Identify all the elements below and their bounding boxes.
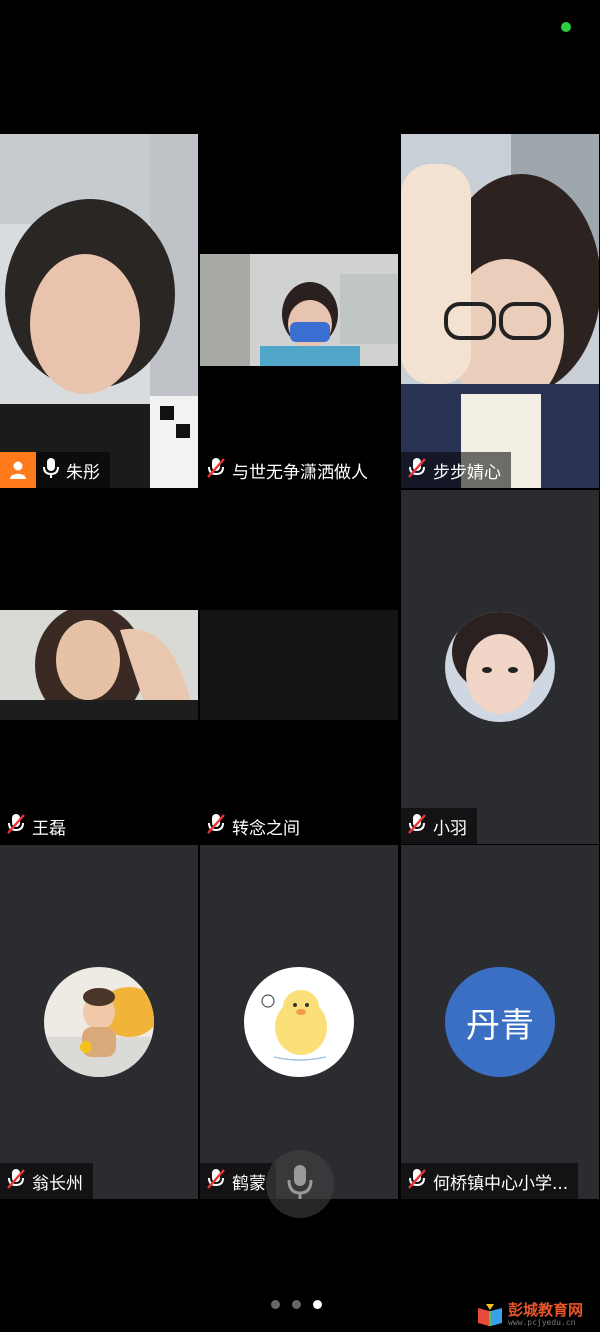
- participant-video: [401, 134, 599, 488]
- video-tile-3[interactable]: 步步婧心: [401, 134, 599, 488]
- page-dot[interactable]: [292, 1300, 301, 1309]
- participant-name: 转念之间: [232, 818, 300, 839]
- participant-avatar: [445, 612, 555, 722]
- page-indicator[interactable]: [271, 1300, 322, 1309]
- participant-name: 小羽: [433, 818, 467, 839]
- participant-video: [200, 254, 398, 366]
- participant-nametag: 翁长州: [0, 1163, 93, 1199]
- participant-nametag: 何桥镇中心小学...: [401, 1163, 579, 1199]
- host-icon: [0, 452, 36, 488]
- participant-nametag: 小羽: [401, 808, 477, 844]
- participant-avatar: [244, 967, 354, 1077]
- video-tile-5[interactable]: 转念之间: [200, 490, 398, 844]
- mic-muted-icon: [407, 1168, 427, 1194]
- status-indicator-dot: [561, 22, 571, 32]
- participant-name: 王磊: [32, 818, 66, 839]
- participant-name: 朱彤: [66, 462, 100, 483]
- participant-nametag: 步步婧心: [401, 452, 511, 488]
- mic-muted-icon: [206, 1168, 226, 1194]
- video-tile-6[interactable]: 小羽: [401, 490, 599, 844]
- participant-name: 步步婧心: [433, 462, 501, 483]
- video-tile-7[interactable]: 翁长州: [0, 845, 198, 1199]
- participant-video: [0, 134, 198, 488]
- participant-name: 与世无争潇洒做人: [232, 462, 368, 483]
- participant-nametag: 转念之间: [200, 808, 310, 844]
- participant-avatar: [44, 967, 154, 1077]
- participant-video: [0, 610, 198, 720]
- page-dot-active[interactable]: [313, 1300, 322, 1309]
- mic-muted-icon: [407, 813, 427, 839]
- mic-muted-icon: [407, 457, 427, 483]
- video-tile-2[interactable]: 与世无争潇洒做人: [200, 134, 398, 488]
- video-tile-4[interactable]: 王磊: [0, 490, 198, 844]
- mic-muted-icon: [206, 813, 226, 839]
- participant-avatar: 丹青: [445, 967, 555, 1077]
- microphone-icon: [285, 1163, 315, 1205]
- participant-nametag: 王磊: [0, 808, 76, 844]
- participant-nametag: 鹤蒙: [200, 1163, 276, 1199]
- participant-nametag: 朱彤: [0, 452, 110, 488]
- mic-muted-icon: [206, 457, 226, 483]
- watermark-url: www.pcjyedu.cn: [508, 1318, 576, 1327]
- participant-nametag: 与世无争潇洒做人: [200, 452, 378, 488]
- participant-name: 翁长州: [32, 1173, 83, 1194]
- participant-name: 鹤蒙: [232, 1173, 266, 1194]
- participant-video: [200, 610, 398, 720]
- mic-muted-icon: [6, 1168, 26, 1194]
- video-tile-1[interactable]: 朱彤: [0, 134, 198, 488]
- mic-muted-icon: [6, 813, 26, 839]
- page-dot[interactable]: [271, 1300, 280, 1309]
- watermark-title: 彭城教育网: [508, 1301, 584, 1319]
- book-logo-icon: [478, 1304, 502, 1326]
- participant-name: 何桥镇中心小学...: [433, 1173, 569, 1194]
- mic-on-icon: [42, 457, 60, 483]
- video-tile-8[interactable]: 鹤蒙: [200, 845, 398, 1199]
- microphone-button[interactable]: [266, 1150, 334, 1218]
- watermark: 彭城教育网 www.pcjyedu.cn: [476, 1298, 600, 1332]
- video-tile-9[interactable]: 丹青 何桥镇中心小学...: [401, 845, 599, 1199]
